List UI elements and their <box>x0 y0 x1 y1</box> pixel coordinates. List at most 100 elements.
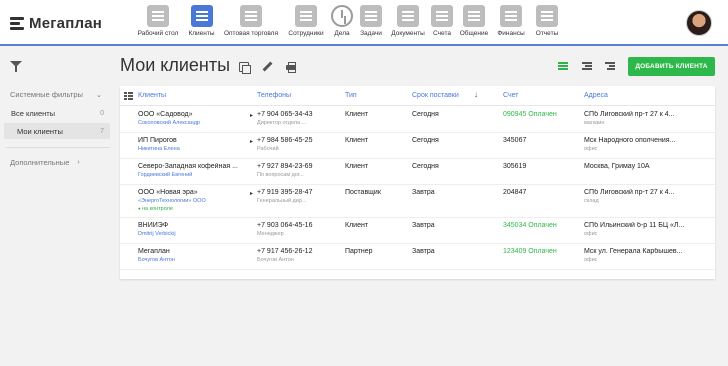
address-label: офис <box>584 231 598 237</box>
system-filters-toggle[interactable]: Системные фильтры ⌄ <box>10 90 102 99</box>
delivery-cell: Завтра <box>412 189 435 196</box>
delivery-cell: Завтра <box>412 248 435 255</box>
column-settings-icon[interactable] <box>124 92 133 100</box>
client-cell: ООО «Новая эра» «ЭнергоТехнологии» ООО на … <box>138 189 250 212</box>
client-name[interactable]: ООО «Садовод» <box>138 111 250 118</box>
phone-label: Рабочий <box>257 146 279 152</box>
nav-item-8[interactable]: Общение <box>455 0 493 44</box>
nav-item-label: Документы <box>391 30 425 37</box>
nav-item-10[interactable]: Отчеты <box>529 0 565 44</box>
view-compact-icon[interactable] <box>558 62 568 70</box>
header-invoice[interactable]: Счет <box>503 92 519 99</box>
sidebar-divider <box>6 147 110 148</box>
sidebar-item-count: 7 <box>100 127 104 135</box>
phone-number[interactable]: +7 927 894-23-69 <box>257 163 337 170</box>
nav-item-6[interactable]: Документы <box>387 0 429 44</box>
header-address[interactable]: Адреса <box>584 92 608 99</box>
view-list-icon[interactable] <box>605 62 615 70</box>
phone-number[interactable]: +7 917 456-26-12 <box>257 248 337 255</box>
table-row[interactable]: ООО «Садовод» Соколовский Александр ▸ +7 90… <box>120 107 715 133</box>
sidebar-item-count: 0 <box>100 109 104 117</box>
view-align-icon[interactable] <box>582 62 592 70</box>
nav-item-label: Рабочий стол <box>137 30 179 37</box>
folder-icon <box>397 5 419 27</box>
nav-item-1[interactable]: Клиенты <box>184 0 219 44</box>
client-name[interactable]: ИП Пирогов <box>138 137 250 144</box>
print-icon[interactable] <box>286 62 296 73</box>
dashboard-icon <box>147 5 169 27</box>
nav-item-5[interactable]: Задачи <box>355 0 387 44</box>
phone-cell: +7 919 395-28-47 Генеральный дир... <box>257 189 337 204</box>
table-row[interactable]: ООО «Новая эра» «ЭнергоТехнологии» ООО на … <box>120 185 715 218</box>
table-row[interactable]: ВНИИЭФ Dmitrij Verbickij +7 903 064-45-16 М… <box>120 218 715 244</box>
address-cell: Мск ул. Генерала Карбышев... офис <box>584 248 696 263</box>
add-client-button[interactable]: ДОБАВИТЬ КЛИЕНТА <box>628 57 715 76</box>
invoice-icon <box>431 5 453 27</box>
invoice-cell[interactable]: 345067 <box>503 137 578 144</box>
client-contact[interactable]: Dmitrij Verbickij <box>138 231 250 237</box>
client-cell: ООО «Садовод» Соколовский Александр <box>138 111 250 126</box>
phone-cell: +7 917 456-26-12 Бочугов Антон <box>257 248 337 263</box>
invoice-cell[interactable]: 345034 Оплачен <box>503 222 578 229</box>
edit-icon[interactable] <box>262 62 272 72</box>
client-cell: Северо-Западная кофейная ... Гордиевский … <box>138 163 250 178</box>
sort-down-icon[interactable]: ↓ <box>474 90 478 99</box>
client-contact[interactable]: Соколовский Александр <box>138 120 250 126</box>
address-text: СПб Ильинский б-р 11 БЦ «Л... <box>584 222 685 229</box>
table-row[interactable]: ИП Пирогов Никитина Елена ▸ +7 984 586-45-2… <box>120 133 715 159</box>
phone-label: Генеральный дир... <box>257 198 307 204</box>
logo-mark-icon <box>10 15 28 31</box>
client-contact[interactable]: Бочугов Антон <box>138 257 250 263</box>
logo[interactable]: Мегаплан <box>10 13 102 33</box>
client-name[interactable]: Мегаплан <box>138 248 250 255</box>
nav-item-4[interactable]: Дела <box>329 0 355 44</box>
invoice-cell[interactable]: 204847 <box>503 189 578 196</box>
nav-item-2[interactable]: Оптовая торговля <box>219 0 283 44</box>
header-type[interactable]: Тип <box>345 92 357 99</box>
nav-item-3[interactable]: Сотрудники <box>283 0 329 44</box>
additional-filters-toggle[interactable]: Дополнительные › <box>10 158 80 167</box>
nav-item-9[interactable]: Финансы <box>493 0 529 44</box>
header-delivery[interactable]: Срок поставки <box>412 92 459 99</box>
sidebar-item-all-clients[interactable]: Все клиенты 0 <box>4 105 110 121</box>
client-name[interactable]: ВНИИЭФ <box>138 222 250 229</box>
expand-phones-icon[interactable]: ▸ <box>250 138 253 145</box>
table-row[interactable]: Мегаплан Бочугов Антон +7 917 456-26-12 Боч… <box>120 244 715 270</box>
main-nav: Рабочий стол Клиенты Оптовая торговля Сотру… <box>132 0 565 44</box>
nav-item-0[interactable]: Рабочий стол <box>132 0 184 44</box>
phone-label: Бочугов Антон <box>257 257 294 263</box>
nav-item-7[interactable]: Счета <box>429 0 455 44</box>
expand-phones-icon[interactable]: ▸ <box>250 190 253 197</box>
phone-label: Менеджер <box>257 231 284 237</box>
header-client[interactable]: Клиенты <box>138 92 166 99</box>
header-phones[interactable]: Телефоны <box>257 92 291 99</box>
phone-label: По вопросам дог... <box>257 172 304 178</box>
clients-table: Клиенты Телефоны Тип Срок поставки ↓ Сче… <box>120 86 715 279</box>
sidebar-item-my-clients[interactable]: Мои клиенты 7 <box>4 123 110 139</box>
phone-cell: +7 927 894-23-69 По вопросам дог... <box>257 163 337 178</box>
nav-item-label: Счета <box>433 30 451 37</box>
client-name[interactable]: Северо-Западная кофейная ... <box>138 163 250 170</box>
invoice-cell[interactable]: 305619 <box>503 163 578 170</box>
phone-number[interactable]: +7 919 395-28-47 <box>257 189 337 196</box>
invoice-cell[interactable]: 090945 Оплачен <box>503 111 578 118</box>
copy-icon[interactable] <box>239 62 251 74</box>
employees-icon <box>295 5 317 27</box>
page-title: Мои клиенты <box>120 55 231 75</box>
phone-number[interactable]: +7 904 065-34-43 <box>257 111 337 118</box>
phone-number[interactable]: +7 903 064-45-16 <box>257 222 337 229</box>
filter-icon[interactable] <box>10 61 22 73</box>
table-row[interactable]: Северо-Западная кофейная ... Гордиевский … <box>120 159 715 185</box>
additional-filters-label: Дополнительные <box>10 158 70 167</box>
client-contact[interactable]: «ЭнергоТехнологии» ООО <box>138 198 250 204</box>
invoice-cell[interactable]: 123409 Оплачен <box>503 248 578 255</box>
client-contact[interactable]: Гордиевский Евгений <box>138 172 250 178</box>
address-cell: Мск Народного ополчения... офис <box>584 137 696 152</box>
sidebar-item-label: Все клиенты <box>11 108 56 118</box>
client-name[interactable]: ООО «Новая эра» <box>138 189 250 196</box>
expand-phones-icon[interactable]: ▸ <box>250 112 253 119</box>
delivery-cell: Сегодня <box>412 111 439 118</box>
phone-number[interactable]: +7 984 586-45-25 <box>257 137 337 144</box>
client-contact[interactable]: Никитина Елена <box>138 146 250 152</box>
user-avatar[interactable] <box>686 10 712 36</box>
